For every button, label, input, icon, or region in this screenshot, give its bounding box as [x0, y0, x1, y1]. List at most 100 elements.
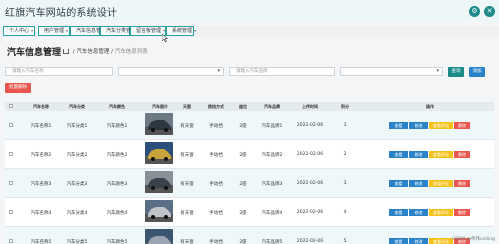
- view-button[interactable]: 查看: [389, 238, 408, 244]
- car-name-input[interactable]: 请输入汽车名称: [5, 67, 113, 76]
- cell-brand: 汽车品牌5: [261, 240, 283, 244]
- cell-category: 汽车分类4: [66, 211, 88, 216]
- view-button[interactable]: 查看: [389, 209, 408, 216]
- cell-sunroof: 有天窗: [180, 124, 194, 129]
- header-seats: 座位: [239, 104, 247, 109]
- cell-name: 汽车名称1: [30, 124, 52, 129]
- header-name: 汽车名称: [33, 104, 49, 109]
- view-comments-button[interactable]: 查看评论: [429, 238, 453, 244]
- table-row: 汽车名称5 汽车分类5 汽车颜色5 有天窗 手动挡 2座 汽车品牌5 2022-…: [5, 227, 494, 244]
- cell-points: 4: [343, 210, 347, 215]
- query-button[interactable]: 查询: [448, 67, 464, 77]
- row-checkbox[interactable]: [9, 210, 13, 214]
- cell-upload-time: 2022-02-06: [296, 181, 324, 186]
- car-thumbnail[interactable]: [145, 142, 173, 164]
- table-row: 汽车名称3 汽车分类3 汽车颜色3 有天窗 手动挡 2座 汽车品牌3 2022-…: [5, 169, 494, 198]
- cell-points: 3: [343, 181, 347, 186]
- cell-seats: 2座: [239, 182, 247, 187]
- delete-button[interactable]: 删除: [454, 180, 470, 187]
- cell-color: 汽车颜色3: [106, 182, 128, 187]
- cell-upload-time: 2022-02-06: [296, 123, 324, 128]
- cell-brand: 汽车品牌4: [261, 211, 283, 216]
- nav-item-personal-center[interactable]: 个人中心 ▾: [3, 26, 35, 36]
- cell-name: 汽车名称5: [30, 240, 52, 244]
- cell-points: 2: [343, 152, 347, 157]
- settings-icon[interactable]: ⚙: [469, 6, 480, 17]
- row-checkbox[interactable]: [9, 123, 13, 127]
- delete-button[interactable]: 删除: [454, 151, 470, 158]
- view-button[interactable]: 查看: [389, 180, 408, 187]
- view-comments-button[interactable]: 查看评论: [429, 180, 453, 187]
- header-gear: 换挡方式: [208, 104, 224, 109]
- nav-item-system-management[interactable]: 系统管理 ▾: [166, 26, 196, 36]
- car-thumbnail[interactable]: [145, 200, 173, 222]
- car-thumbnail[interactable]: [145, 113, 173, 135]
- cell-points: 1: [343, 123, 347, 128]
- header-image: 汽车图片: [152, 104, 168, 109]
- car-brand-input[interactable]: 请输入汽车品牌: [229, 67, 335, 76]
- main-nav: 个人中心▾ 用户管理▾ 汽车信息管理▾ 汽车分类管理▾ 留言板管理▾ 系统管理▾: [0, 26, 499, 37]
- view-button[interactable]: 查看: [389, 122, 408, 129]
- cell-sunroof: 有天窗: [180, 153, 194, 158]
- edit-button[interactable]: 修改: [409, 238, 428, 244]
- view-comments-button[interactable]: 查看评论: [429, 209, 453, 216]
- category-select[interactable]: [118, 67, 224, 76]
- header-brand: 汽车品牌: [264, 104, 280, 109]
- edit-button[interactable]: 修改: [409, 180, 428, 187]
- delete-button[interactable]: 删除: [454, 209, 470, 216]
- cell-brand: 汽车品牌2: [261, 153, 283, 158]
- cell-category: 汽车分类5: [66, 240, 88, 244]
- header-category: 汽车分类: [69, 104, 85, 109]
- breadcrumb: / 汽车信息管理 / 汽车信息列表: [63, 47, 148, 55]
- cell-name: 汽车名称4: [30, 211, 52, 216]
- cell-gear: 手动挡: [209, 182, 223, 187]
- cell-points: 5: [343, 239, 347, 244]
- top-bar: 红旗汽车网站的系统设计 ⚙ ✕: [0, 0, 499, 22]
- add-button[interactable]: 添加: [469, 67, 485, 77]
- cell-seats: 2座: [239, 153, 247, 158]
- nav-item-user-management[interactable]: 用户管理 ▾: [38, 26, 70, 36]
- cell-upload-time: 2022-02-06: [296, 239, 324, 244]
- car-thumbnail[interactable]: [145, 229, 173, 244]
- row-checkbox[interactable]: [9, 239, 13, 243]
- app-title: 红旗汽车网站的系统设计: [5, 8, 118, 19]
- cell-seats: 2座: [239, 124, 247, 129]
- view-button[interactable]: 查看: [389, 151, 408, 158]
- nav-item-car-info-management[interactable]: 汽车信息管理▾: [70, 26, 110, 36]
- row-checkbox[interactable]: [9, 152, 13, 156]
- table-row: 汽车名称1 汽车分类1 汽车颜色1 有天窗 手动挡 2座 汽车品牌1 2022-…: [5, 111, 494, 140]
- breadcrumb-section[interactable]: 汽车信息管理: [76, 49, 109, 55]
- cell-category: 汽车分类2: [66, 153, 88, 158]
- nav-item-car-category-management[interactable]: 汽车分类管理▾: [100, 26, 140, 36]
- logout-icon[interactable]: ✕: [484, 6, 495, 17]
- cell-upload-time: 2022-02-06: [296, 152, 324, 157]
- watermark-text: CSDN @伟伟coding: [452, 237, 495, 242]
- page-title: 汽车信息管理: [7, 48, 62, 58]
- cell-upload-time: 2022-02-06: [296, 210, 324, 215]
- cell-brand: 汽车品牌1: [261, 124, 283, 129]
- edit-button[interactable]: 修改: [409, 151, 428, 158]
- view-comments-button[interactable]: 查看评论: [429, 122, 453, 129]
- row-checkbox[interactable]: [9, 181, 13, 185]
- nav-item-message-board-management[interactable]: 留言板管理 ▾: [130, 26, 166, 36]
- batch-delete-button[interactable]: 批量删除: [5, 83, 31, 93]
- cell-name: 汽车名称2: [30, 153, 52, 158]
- table-row: 汽车名称4 汽车分类4 汽车颜色4 有天窗 手动挡 2座 汽车品牌4 2022-…: [5, 198, 494, 227]
- cell-sunroof: 有天窗: [180, 182, 194, 187]
- edit-button[interactable]: 修改: [409, 122, 428, 129]
- edit-button[interactable]: 修改: [409, 209, 428, 216]
- car-thumbnail[interactable]: [145, 171, 173, 193]
- car-table: 汽车名称 汽车分类 汽车颜色 汽车图片 天窗 换挡方式 座位 汽车品牌 上传时间…: [5, 102, 494, 244]
- header-upload-time: 上传时间: [302, 104, 318, 109]
- table-row: 汽车名称2 汽车分类2 汽车颜色2 有天窗 手动挡 2座 汽车品牌2 2022-…: [5, 140, 494, 169]
- delete-button[interactable]: 删除: [454, 122, 470, 129]
- cell-brand: 汽车品牌3: [261, 182, 283, 187]
- cell-seats: 2座: [239, 211, 247, 216]
- cell-color: 汽车颜色1: [106, 124, 128, 129]
- header-sunroof: 天窗: [183, 104, 191, 109]
- cell-sunroof: 有天窗: [180, 211, 194, 216]
- home-icon[interactable]: [63, 49, 69, 54]
- view-comments-button[interactable]: 查看评论: [429, 151, 453, 158]
- color-select[interactable]: [340, 67, 443, 76]
- select-all-checkbox[interactable]: [9, 104, 13, 108]
